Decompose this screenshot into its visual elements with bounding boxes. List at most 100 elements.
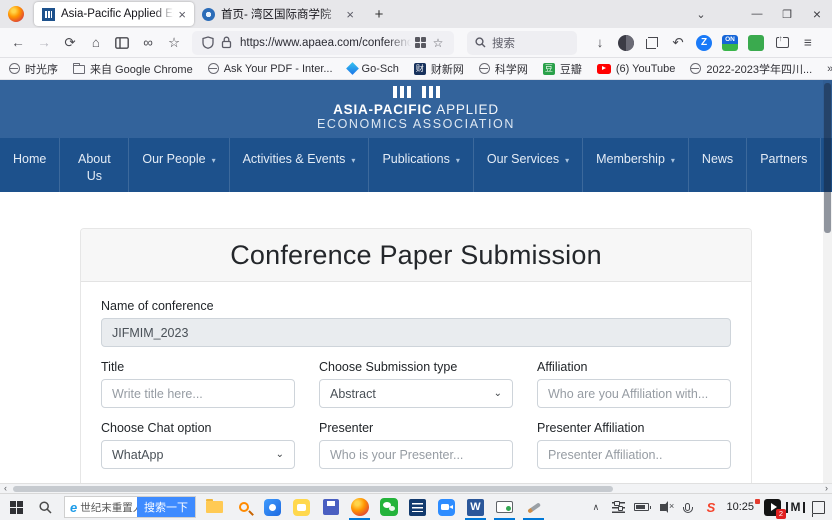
url-bar[interactable]: https://www.apaea.com/conference-p ☆ [192, 31, 454, 55]
close-button[interactable]: × [802, 0, 832, 28]
bookmark-item[interactable]: 财新网 [414, 61, 464, 77]
bookmark-item[interactable]: 2022-2023学年四川... [690, 61, 812, 77]
nav-item-home[interactable]: Home [0, 138, 60, 192]
title-input[interactable] [101, 379, 295, 408]
translate-extension-icon[interactable] [411, 37, 429, 48]
screen-share-button[interactable] [490, 494, 519, 520]
nav-item-publications[interactable]: Publications▾ [369, 138, 473, 192]
restore-session-icon[interactable]: ↶ [665, 31, 691, 55]
word-button[interactable] [461, 494, 490, 520]
action-center-button[interactable] [807, 494, 830, 520]
scroll-left-arrow[interactable]: ‹ [0, 484, 11, 493]
taskbar-search-go-button[interactable]: 搜索一下 [137, 497, 195, 517]
vertical-scrollbar[interactable] [823, 80, 832, 483]
douban-icon [543, 63, 555, 75]
blue-app-button[interactable] [258, 494, 287, 520]
nav-item-activities-events[interactable]: Activities & Events▾ [230, 138, 370, 192]
horizontal-scrollbar[interactable]: ‹ › [0, 483, 832, 493]
darkreader-icon[interactable] [613, 31, 639, 55]
navy-grid-app-button[interactable] [403, 494, 432, 520]
bookmark-item[interactable]: 时光序 [9, 61, 58, 77]
forward-button[interactable]: → [31, 31, 57, 55]
bookmark-item[interactable]: Go-Sch [348, 63, 399, 75]
tab-apaea[interactable]: Asia-Pacific Applied Economi × [34, 2, 194, 26]
word-icon [467, 499, 484, 516]
folder-icon [73, 65, 85, 74]
bookmark-star-icon[interactable]: ☆ [429, 36, 447, 50]
submission-type-select[interactable]: Abstract ⌄ [319, 379, 513, 408]
meeting-camera-icon [438, 499, 455, 516]
tab-close-icon[interactable]: × [346, 8, 354, 21]
search-tool-button[interactable] [229, 494, 258, 520]
file-explorer-button[interactable] [200, 494, 229, 520]
taskbar-search-button[interactable] [31, 494, 60, 520]
ie-icon [70, 500, 77, 515]
nav-item-about-us[interactable]: About Us [60, 138, 129, 192]
scroll-right-arrow[interactable]: › [821, 484, 832, 493]
vertical-scrollbar-thumb[interactable] [824, 83, 831, 233]
back-button[interactable]: ← [5, 31, 31, 55]
battery-icon[interactable] [630, 494, 653, 520]
bookmark-folder[interactable]: 来自 Google Chrome [73, 61, 193, 77]
nav-item-membership[interactable]: Membership▾ [583, 138, 689, 192]
on-toggle-extension-icon[interactable] [717, 31, 743, 55]
meeting-app-button[interactable] [432, 494, 461, 520]
nav-item-our-services[interactable]: Our Services▾ [474, 138, 583, 192]
downloads-icon[interactable]: ↓ [587, 31, 613, 55]
menu-icon[interactable]: ≡ [795, 31, 821, 55]
yellow-app-button[interactable] [287, 494, 316, 520]
tab-school[interactable]: 首页- 湾区国际商学院 × [194, 2, 362, 26]
volume-muted-icon[interactable] [653, 494, 676, 520]
chevron-up-icon[interactable]: ∧ [584, 494, 607, 520]
restore-button[interactable]: ❐ [772, 0, 802, 28]
affiliation-input[interactable] [537, 379, 731, 408]
clock[interactable]: 10:25 [722, 501, 761, 513]
microphone-icon[interactable] [676, 494, 699, 520]
windows-taskbar: 世纪末重置人... 搜索一下 ∧ 10:25 2 [0, 493, 832, 520]
settings-sliders-icon[interactable] [607, 494, 630, 520]
horizontal-scrollbar-thumb[interactable] [13, 486, 613, 492]
wechat-button[interactable] [374, 494, 403, 520]
presenter-input[interactable] [319, 440, 513, 469]
chat-option-select[interactable]: WhatApp ⌄ [101, 440, 295, 469]
bookmark-item[interactable]: 豆瓣 [543, 61, 582, 77]
shield-icon[interactable] [199, 36, 217, 49]
presenter-affiliation-input[interactable] [537, 440, 731, 469]
screenshot-crop-icon[interactable] [639, 31, 665, 55]
list-tabs-button[interactable]: ⌄ [686, 0, 716, 28]
z-extension-icon[interactable] [691, 31, 717, 55]
nav-item-partners[interactable]: Partners [747, 138, 821, 192]
minimize-button[interactable]: — [742, 0, 772, 28]
home-button[interactable]: ⌂ [83, 31, 109, 55]
bookmarks-overflow-button[interactable]: » [827, 63, 832, 75]
new-tab-button[interactable]: + [366, 6, 392, 23]
taskbar-search-widget[interactable]: 世纪末重置人... 搜索一下 [64, 496, 196, 518]
lock-icon[interactable] [217, 36, 235, 49]
start-icon [10, 501, 23, 514]
sidebar-button[interactable] [109, 31, 135, 55]
start-button[interactable] [2, 494, 31, 520]
media-player-icon: 2 [764, 499, 781, 516]
nav-item-our-people[interactable]: Our People▾ [129, 138, 229, 192]
tab-close-icon[interactable]: × [178, 8, 186, 21]
tab-title: 首页- 湾区国际商学院 [221, 6, 342, 22]
bookmark-tool-icon[interactable]: ☆ [161, 31, 187, 55]
conference-name-input [101, 318, 731, 347]
bookmark-item[interactable]: (6) YouTube [597, 63, 676, 75]
brand-bold: ASIA-PACIFIC [333, 102, 432, 117]
search-input[interactable]: 搜索 [467, 31, 577, 55]
nav-item-news[interactable]: News [689, 138, 747, 192]
green-extension-icon[interactable] [743, 31, 769, 55]
paint-app-button[interactable] [519, 494, 548, 520]
bookmark-item[interactable]: Ask Your PDF - Inter... [208, 63, 333, 75]
send-to-device-icon[interactable] [769, 31, 795, 55]
firefox-taskbar-button[interactable] [345, 494, 374, 520]
media-player-button[interactable]: 2 [761, 494, 784, 520]
input-method-button[interactable] [784, 494, 807, 520]
sogou-icon[interactable] [699, 494, 722, 520]
infinity-extension-icon[interactable]: ∞ [135, 31, 161, 55]
bookmark-item[interactable]: 科学网 [479, 61, 528, 77]
save-app-button[interactable] [316, 494, 345, 520]
reload-button[interactable]: ⟳ [57, 31, 83, 55]
search-icon [39, 501, 52, 514]
